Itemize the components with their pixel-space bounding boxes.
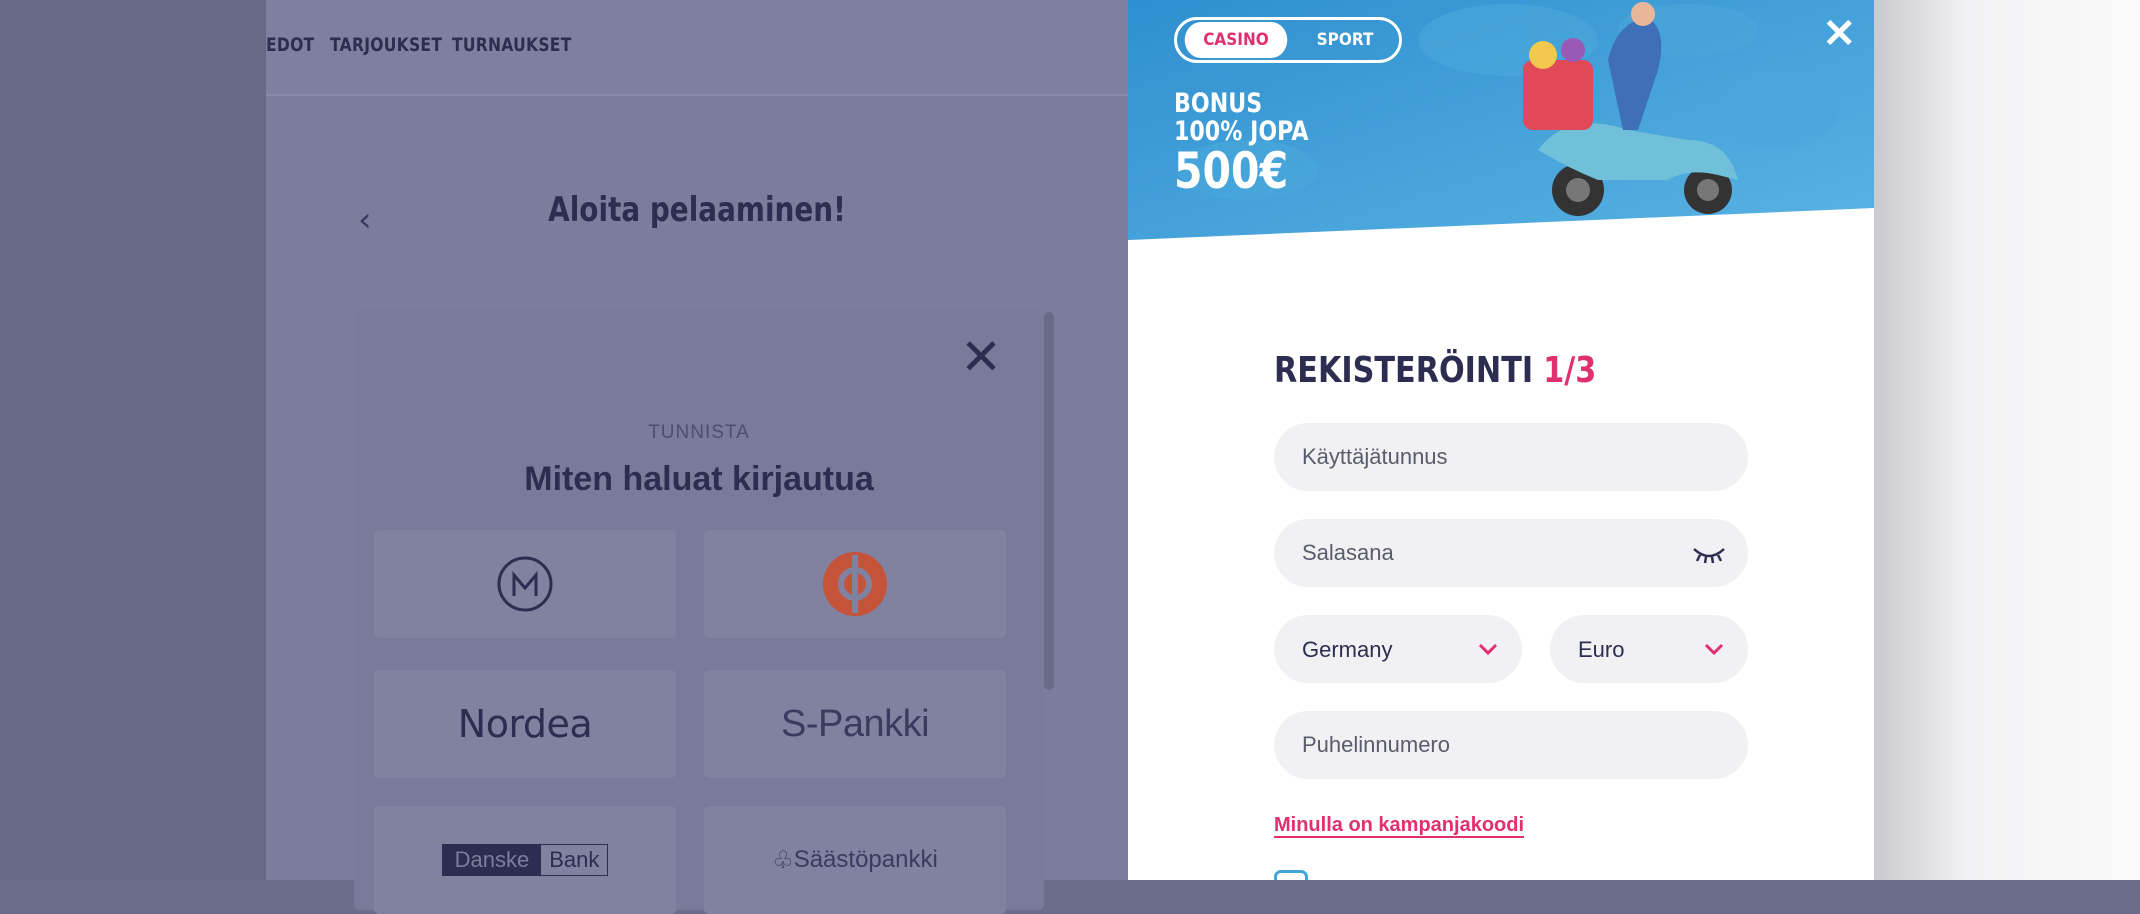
modal-title: Miten haluat kirjautua bbox=[524, 460, 874, 498]
currency-select[interactable]: Euro bbox=[1550, 615, 1748, 683]
phone-input[interactable] bbox=[1274, 711, 1748, 779]
registration-title-text: REKISTERÖINTI bbox=[1274, 350, 1534, 391]
registration-panel: CASINO SPORT ✕ BONUS 100% JOPA 500€ REKI… bbox=[1128, 0, 1874, 880]
registration-title: REKISTERÖINTI 1/3 bbox=[1274, 350, 1596, 391]
country-select[interactable]: Germany bbox=[1274, 615, 1522, 683]
modal-scrollbar[interactable] bbox=[1044, 312, 1054, 690]
s-pankki-logo: S-Pankki bbox=[780, 702, 930, 745]
mobile-id-icon bbox=[497, 556, 553, 612]
bank-tile-saastopankki[interactable]: ♧ Säästöpankki bbox=[704, 806, 1006, 914]
close-icon[interactable]: ✕ bbox=[960, 332, 1002, 382]
product-toggle: CASINO SPORT bbox=[1174, 17, 1402, 63]
password-field bbox=[1274, 519, 1748, 587]
bonus-amount: 500€ bbox=[1174, 142, 1289, 200]
toggle-casino[interactable]: CASINO bbox=[1184, 22, 1288, 58]
nordea-logo: Nordea bbox=[457, 702, 593, 746]
nav-item-turnaukset[interactable]: TURNAUKSET bbox=[452, 34, 572, 56]
bank-tile-danske[interactable]: Danske Bank bbox=[374, 806, 676, 914]
chevron-down-icon bbox=[1478, 643, 1498, 656]
bonus-line1: BONUS bbox=[1174, 88, 1263, 119]
nav-item-edot[interactable]: EDOT bbox=[266, 34, 314, 56]
close-icon[interactable]: ✕ bbox=[1822, 14, 1856, 54]
op-logo-icon bbox=[823, 552, 887, 616]
bank-tile-op[interactable] bbox=[704, 530, 1006, 638]
bank-text: Bank bbox=[549, 847, 600, 872]
phone-field bbox=[1274, 711, 1748, 779]
modal-subtitle: TUNNISTA bbox=[648, 422, 750, 443]
bank-tile-s-pankki[interactable]: S-Pankki bbox=[704, 670, 1006, 778]
nav-item-tarjoukset[interactable]: TARJOUKSET bbox=[330, 34, 442, 56]
page-title: Aloita pelaaminen! bbox=[548, 190, 846, 230]
danske-text: Danske bbox=[442, 845, 542, 875]
top-navigation: EDOT TARJOUKSET TURNAUKSET bbox=[266, 0, 1128, 96]
danske-bank-logo: Danske Bank bbox=[441, 844, 609, 876]
chevron-down-icon bbox=[1704, 643, 1724, 656]
saastopankki-logo: Säästöpankki bbox=[793, 846, 938, 873]
eye-closed-icon[interactable] bbox=[1692, 543, 1726, 565]
username-field bbox=[1274, 423, 1748, 491]
username-input[interactable] bbox=[1274, 423, 1748, 491]
page-overlay-right bbox=[1874, 0, 2140, 880]
password-input[interactable] bbox=[1274, 519, 1748, 587]
bank-tile-mobiilivarmenne[interactable] bbox=[374, 530, 676, 638]
terms-checkbox[interactable] bbox=[1274, 870, 1308, 880]
toggle-sport[interactable]: SPORT bbox=[1296, 22, 1393, 58]
page-overlay-left bbox=[0, 0, 266, 880]
currency-value: Euro bbox=[1578, 637, 1625, 662]
country-value: Germany bbox=[1302, 637, 1393, 662]
promo-code-link[interactable]: Minulla on kampanjakoodi bbox=[1274, 814, 1524, 837]
bank-tile-nordea[interactable]: Nordea bbox=[374, 670, 676, 778]
clover-icon: ♧ bbox=[772, 846, 794, 874]
step-indicator: 1/3 bbox=[1543, 350, 1597, 391]
